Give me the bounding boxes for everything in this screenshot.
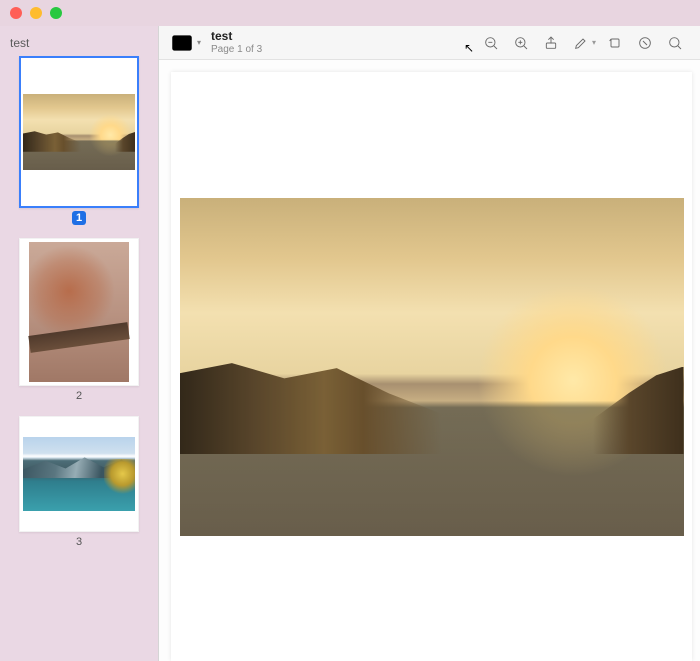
- zoom-in-icon: [513, 35, 529, 51]
- share-icon: [543, 35, 559, 51]
- thumbnail-sidebar: test 1 2 3: [0, 26, 158, 661]
- share-button[interactable]: [536, 32, 566, 54]
- highlight-icon: [637, 35, 653, 51]
- sidebar-toggle-button[interactable]: [169, 32, 195, 54]
- toolbar: ▾ test Page 1 of 3 ↖ ▾: [159, 26, 700, 60]
- rotate-icon: [607, 35, 623, 51]
- markup-icon: [573, 35, 589, 51]
- thumbnail-label-3: 3: [10, 536, 148, 548]
- thumbnail-image-1: [23, 94, 135, 170]
- search-icon: [667, 35, 683, 51]
- highlight-button[interactable]: [630, 32, 660, 54]
- document-canvas[interactable]: [159, 60, 700, 661]
- close-window-button[interactable]: [10, 7, 22, 19]
- page-1: [171, 72, 692, 661]
- thumbnail-page-2[interactable]: [19, 238, 139, 386]
- chevron-down-icon: ▾: [592, 38, 596, 47]
- sidebar-toggle-icon: [169, 30, 195, 56]
- rotate-button[interactable]: [600, 32, 630, 54]
- thumbnail-page-3[interactable]: [19, 416, 139, 532]
- thumbnail-image-3: [23, 437, 135, 511]
- window-titlebar: [0, 0, 700, 26]
- minimize-window-button[interactable]: [30, 7, 42, 19]
- page-1-image: [180, 198, 684, 536]
- app-body: test 1 2 3 ▾ test Page 1 of 3 ↖: [0, 26, 700, 661]
- document-title: test: [211, 30, 262, 43]
- zoom-out-button[interactable]: [476, 32, 506, 54]
- zoom-window-button[interactable]: [50, 7, 62, 19]
- document-title-block: test Page 1 of 3: [211, 30, 262, 54]
- thumbnail-page-1[interactable]: [19, 56, 139, 208]
- content-pane: ▾ test Page 1 of 3 ↖ ▾: [158, 26, 700, 661]
- search-button[interactable]: [660, 32, 690, 54]
- thumbnail-label-2: 2: [10, 390, 148, 402]
- mouse-cursor-icon: ↖: [464, 41, 474, 55]
- zoom-in-button[interactable]: [506, 32, 536, 54]
- sidebar-title: test: [10, 36, 148, 50]
- page-indicator: Page 1 of 3: [211, 44, 262, 55]
- zoom-out-icon: [483, 35, 499, 51]
- thumbnail-image-2: [29, 242, 129, 382]
- thumbnail-label-1: 1: [10, 212, 148, 224]
- chevron-down-icon: ▾: [197, 38, 201, 47]
